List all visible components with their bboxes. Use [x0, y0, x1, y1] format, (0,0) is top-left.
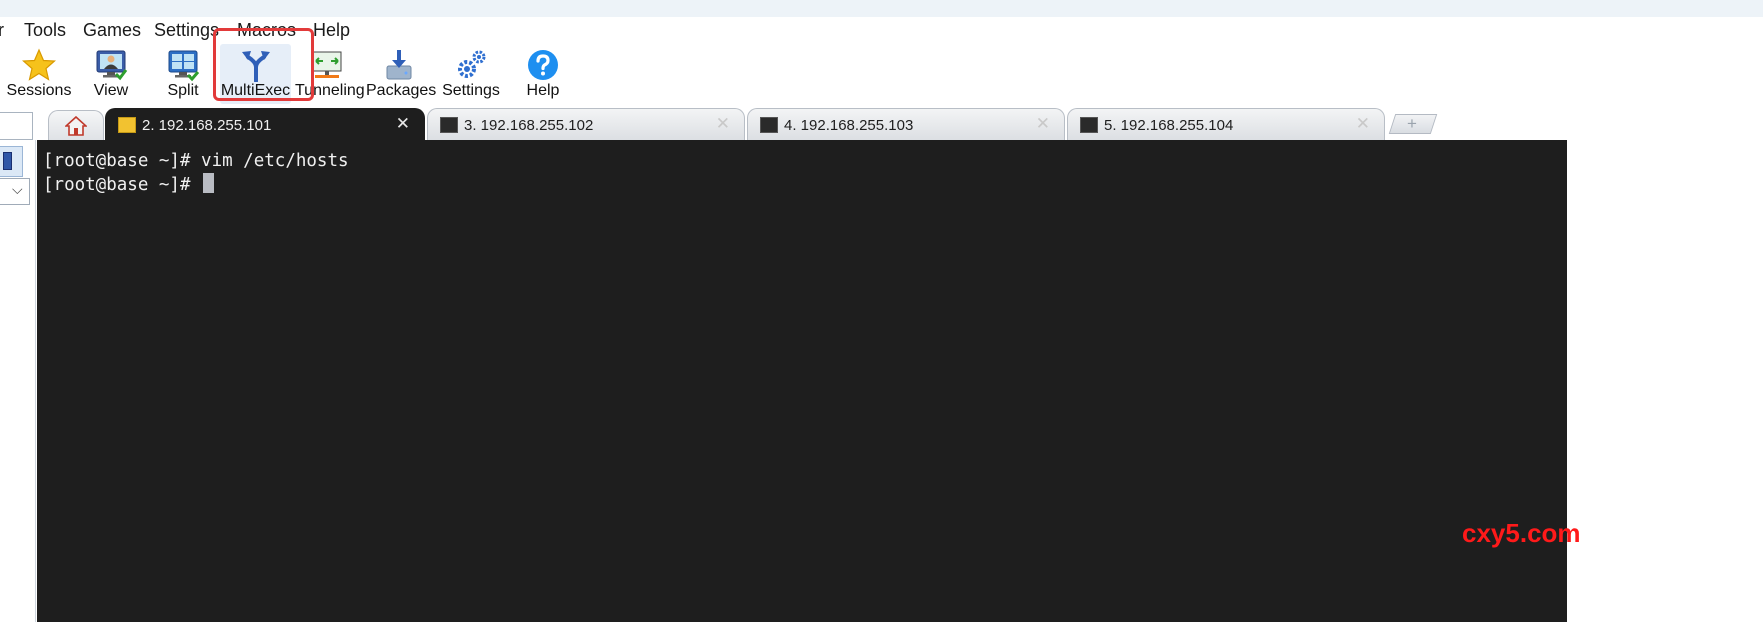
watermark: cxy5.com — [1462, 518, 1581, 548]
key-icon — [440, 117, 458, 133]
tab-session-2[interactable]: 2. 192.168.255.101 ✕ — [105, 108, 425, 140]
menu-settings[interactable]: Settings — [154, 20, 219, 41]
sidebar-sessions-button[interactable] — [0, 146, 23, 177]
multiexec-highlight-box — [213, 28, 314, 101]
terminal-cursor — [203, 173, 215, 193]
left-sidebar: ⌵ — [0, 140, 36, 622]
close-icon[interactable]: ✕ — [396, 114, 410, 134]
sessions-button[interactable]: Sessions — [4, 44, 74, 104]
tunnel-icon — [312, 51, 342, 78]
gears-icon — [458, 50, 486, 78]
plus-icon: + — [1407, 114, 1417, 133]
computer-icon — [3, 152, 12, 170]
split-label: Split — [167, 82, 199, 99]
tab-session-3[interactable]: 3. 192.168.255.102 ✕ — [427, 108, 745, 140]
sessions-label: Sessions — [6, 82, 72, 99]
view-button[interactable]: View — [80, 44, 142, 104]
window-title-strip — [0, 0, 1763, 17]
home-icon — [65, 116, 87, 136]
terminal-view[interactable]: [root@base ~]# vim /etc/hosts [root@base… — [37, 140, 1567, 622]
download-box-icon — [386, 50, 412, 80]
star-icon — [22, 48, 56, 81]
tab-label: 5. 192.168.255.104 — [1104, 117, 1234, 134]
new-tab-button[interactable]: + — [1388, 114, 1438, 134]
key-icon — [118, 117, 136, 133]
menu-tools[interactable]: Tools — [24, 20, 66, 41]
right-blank-area — [1567, 140, 1763, 622]
tab-label: 3. 192.168.255.102 — [464, 117, 594, 134]
tab-label: 4. 192.168.255.103 — [784, 117, 914, 134]
packages-button[interactable]: Packages — [366, 44, 437, 104]
session-tab-bar: 2. 192.168.255.101 ✕ 3. 192.168.255.102 … — [0, 106, 1763, 140]
help-label: Help — [526, 82, 560, 99]
close-icon[interactable]: ✕ — [1036, 114, 1050, 134]
menu-help[interactable]: Help — [313, 20, 350, 41]
key-icon — [760, 117, 778, 133]
settings-label: Settings — [442, 82, 500, 99]
terminal-prompt: [root@base ~]# — [43, 175, 202, 195]
chevron-down-icon: ⌵ — [12, 181, 23, 197]
view-label: View — [93, 82, 129, 99]
settings-button[interactable]: Settings — [440, 44, 502, 104]
monitor-user-icon — [96, 50, 128, 81]
tab-session-5[interactable]: 5. 192.168.255.104 ✕ — [1067, 108, 1385, 140]
menu-games[interactable]: Games — [83, 20, 141, 41]
tab-session-4[interactable]: 4. 192.168.255.103 ✕ — [747, 108, 1065, 140]
sidebar-dropdown[interactable]: ⌵ — [0, 178, 30, 205]
menu-view-partial[interactable]: r — [0, 20, 4, 41]
home-tab[interactable] — [48, 110, 104, 140]
help-button[interactable]: Help — [512, 44, 574, 104]
key-icon — [1080, 117, 1098, 133]
close-icon[interactable]: ✕ — [1356, 114, 1370, 134]
question-icon — [528, 50, 558, 80]
terminal-line: [root@base ~]# vim /etc/hosts — [43, 151, 349, 171]
split-screen-icon — [168, 50, 200, 82]
tab-label: 2. 192.168.255.101 — [142, 117, 272, 134]
split-button[interactable]: Split — [152, 44, 214, 104]
close-icon[interactable]: ✕ — [716, 114, 730, 134]
packages-label: Packages — [366, 82, 437, 99]
quick-connect-field[interactable] — [0, 112, 33, 140]
terminal-prompt-line: [root@base ~]# — [43, 173, 215, 195]
